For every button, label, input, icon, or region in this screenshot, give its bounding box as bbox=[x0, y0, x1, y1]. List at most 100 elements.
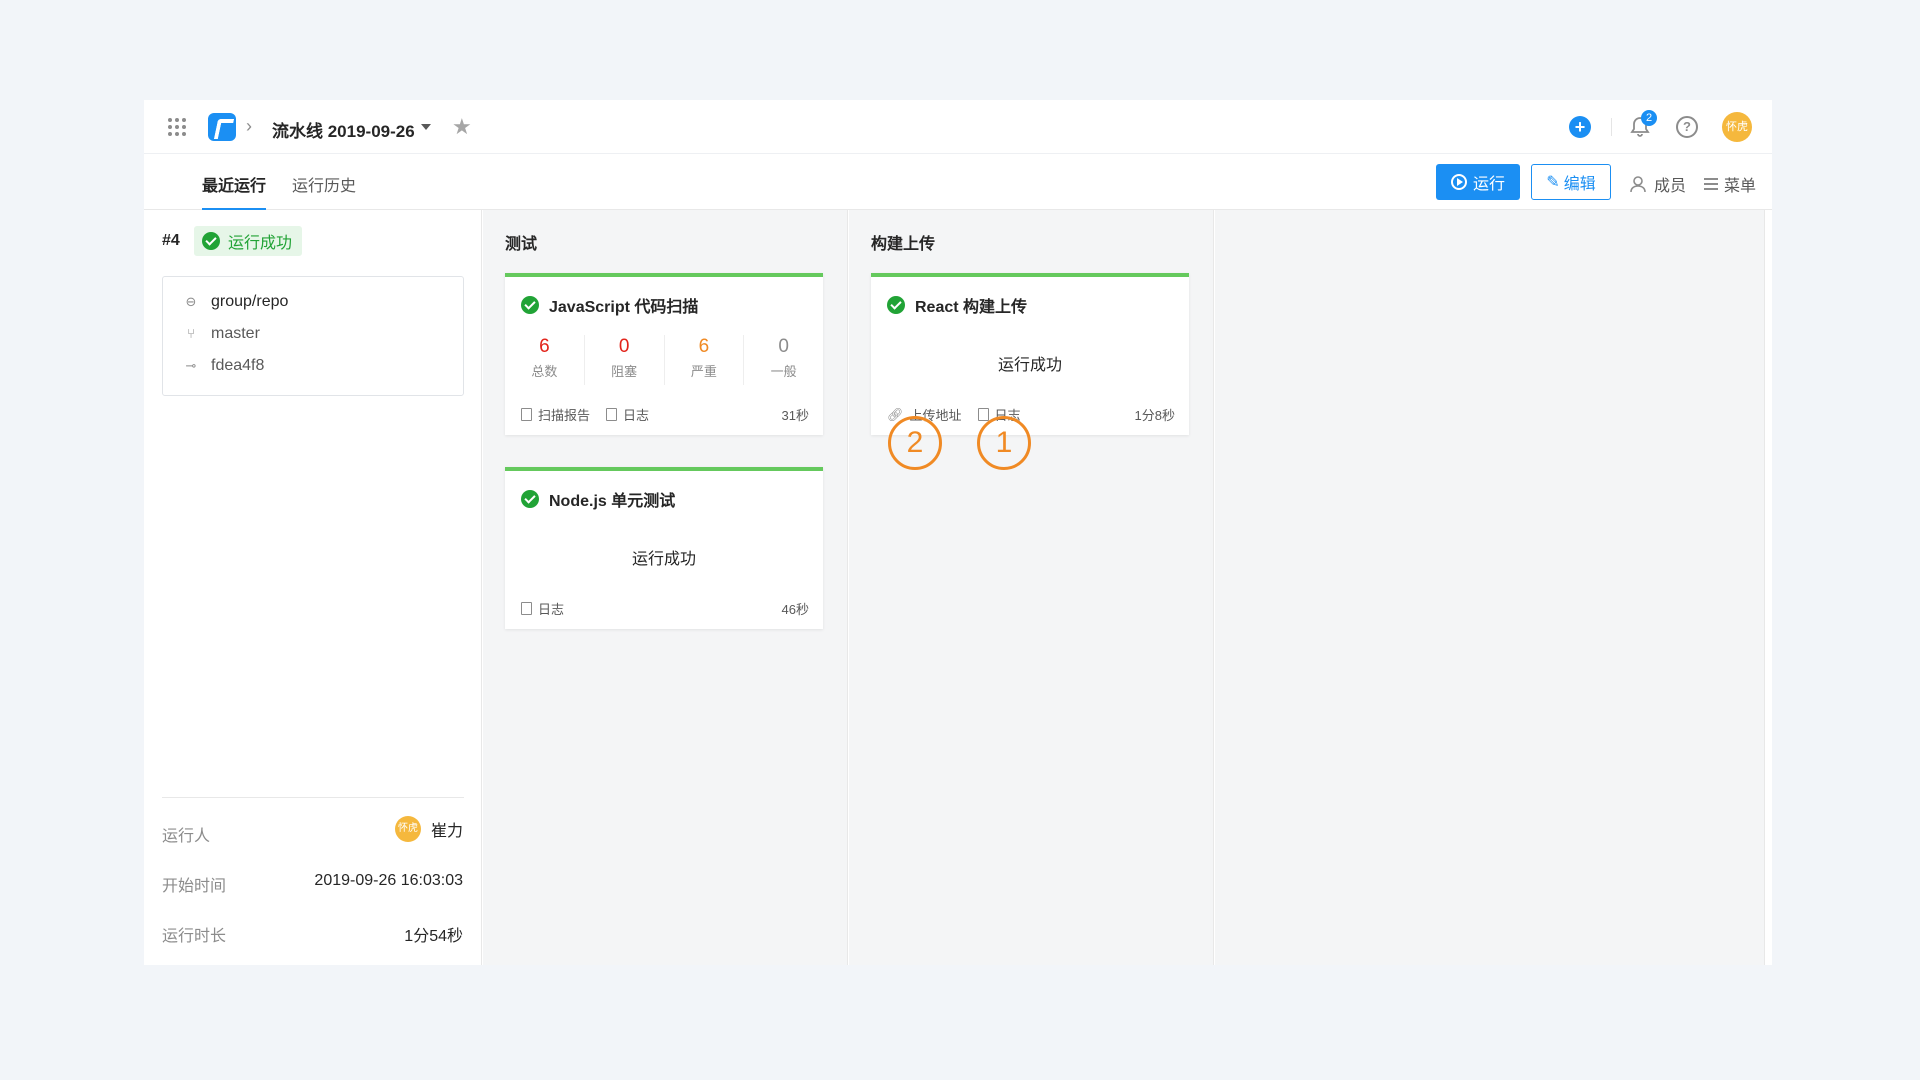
job-duration: 1分8秒 bbox=[1134, 408, 1175, 423]
run-status-text: 运行成功 bbox=[228, 235, 293, 252]
job-status-text: 运行成功 bbox=[997, 357, 1062, 374]
runner-name: 崔力 bbox=[430, 823, 463, 840]
stat-label: 阻塞 bbox=[611, 364, 638, 379]
run-summary-panel: #4 运行成功 ⊖ group/repo ⑂ master ⊸ fdea4f8 … bbox=[144, 210, 482, 965]
stat-value: 0 bbox=[778, 336, 789, 357]
run-button-label: 运行 bbox=[1472, 176, 1505, 193]
branch-icon: ⑂ bbox=[187, 326, 195, 341]
breadcrumb-separator: › bbox=[246, 116, 252, 136]
stat-label: 严重 bbox=[690, 364, 717, 379]
job-card-react-build[interactable]: React 构建上传 运行成功 🔗︎ 上传地址 日志 1分8秒 bbox=[871, 273, 1189, 435]
run-status-badge: 运行成功 bbox=[194, 226, 303, 256]
job-duration: 46秒 bbox=[781, 602, 809, 617]
check-circle-icon bbox=[521, 296, 539, 314]
job-title-text: React 构建上传 bbox=[915, 299, 1028, 316]
log-link[interactable]: 日志 bbox=[606, 405, 649, 424]
add-button[interactable]: + bbox=[1569, 116, 1591, 138]
check-circle-icon bbox=[521, 490, 539, 508]
stage-title: 测试 bbox=[505, 236, 538, 253]
scan-report-label: 扫描报告 bbox=[538, 408, 591, 423]
job-footer: 日志 46秒 bbox=[521, 599, 809, 618]
run-button[interactable]: 运行 bbox=[1436, 164, 1520, 200]
job-title-text: JavaScript 代码扫描 bbox=[549, 299, 699, 316]
job-footer: 扫描报告 日志 31秒 bbox=[521, 405, 809, 424]
job-title: React 构建上传 bbox=[887, 293, 1027, 317]
user-icon bbox=[1630, 176, 1646, 193]
empty-stage-area bbox=[1215, 210, 1765, 965]
callout-marker-upload: 2 bbox=[888, 416, 942, 470]
members-label: 成员 bbox=[1654, 178, 1687, 195]
tab-recent-runs[interactable]: 最近运行 bbox=[202, 172, 266, 196]
start-time-label: 开始时间 bbox=[162, 878, 227, 895]
stage-build-upload: 构建上传 React 构建上传 运行成功 🔗︎ 上传地址 日志 1分8秒 2 1 bbox=[849, 210, 1214, 965]
menu-icon bbox=[1704, 178, 1718, 190]
stat-normal: 0 一般 bbox=[744, 335, 823, 385]
edit-button[interactable]: ✎ 编辑 bbox=[1531, 164, 1611, 200]
stat-value: 6 bbox=[539, 336, 550, 357]
pipeline-title[interactable]: 流水线 2019-09-26 bbox=[272, 117, 415, 142]
runner-avatar: 怀虎 bbox=[394, 816, 421, 842]
job-status-text: 运行成功 bbox=[631, 551, 696, 568]
runner-label: 运行人 bbox=[162, 828, 211, 845]
members-button[interactable]: 成员 bbox=[1630, 172, 1686, 196]
log-link[interactable]: 日志 bbox=[521, 599, 564, 618]
star-icon[interactable]: ★ bbox=[452, 114, 472, 140]
menu-label: 菜单 bbox=[1724, 178, 1757, 195]
log-icon bbox=[521, 602, 532, 615]
help-icon[interactable]: ? bbox=[1676, 116, 1698, 138]
stat-value: 6 bbox=[698, 336, 710, 357]
job-card-js-scan[interactable]: JavaScript 代码扫描 6 总数 0 阻塞 6 严重 0 一般 扫描报告… bbox=[505, 273, 823, 435]
source-info-box: ⊖ group/repo ⑂ master ⊸ fdea4f8 bbox=[162, 276, 464, 396]
scan-stats: 6 总数 0 阻塞 6 严重 0 一般 bbox=[505, 335, 823, 385]
edit-button-label: 编辑 bbox=[1563, 176, 1596, 193]
callout-marker-log: 1 bbox=[977, 416, 1031, 470]
scan-report-link[interactable]: 扫描报告 bbox=[521, 405, 590, 424]
user-avatar[interactable]: 怀虎 bbox=[1722, 112, 1752, 142]
stat-label: 一般 bbox=[770, 364, 797, 379]
stat-label: 总数 bbox=[531, 364, 558, 379]
commit-hash: fdea4f8 bbox=[211, 357, 265, 374]
meta-divider bbox=[162, 797, 464, 798]
runner-value: 怀虎 崔力 bbox=[394, 816, 463, 842]
apps-grid-icon[interactable] bbox=[168, 118, 186, 136]
tab-bar: 最近运行 运行历史 运行 ✎ 编辑 成员 菜单 bbox=[144, 154, 1772, 210]
report-icon bbox=[521, 408, 532, 421]
check-circle-icon bbox=[887, 296, 905, 314]
repo-row[interactable]: ⊖ group/repo bbox=[183, 293, 289, 311]
stat-critical: 6 严重 bbox=[665, 335, 745, 385]
duration-label: 运行时长 bbox=[162, 928, 227, 945]
job-title: JavaScript 代码扫描 bbox=[521, 293, 698, 317]
log-icon bbox=[977, 408, 989, 421]
stat-total: 6 总数 bbox=[505, 335, 585, 385]
log-icon bbox=[606, 408, 618, 421]
commit-icon: ⊸ bbox=[185, 358, 197, 373]
job-card-node-test[interactable]: Node.js 单元测试 运行成功 日志 46秒 bbox=[505, 467, 823, 629]
duration-value: 1分54秒 bbox=[404, 928, 463, 945]
check-circle-icon bbox=[202, 232, 220, 250]
link-icon: ⊖ bbox=[185, 294, 197, 309]
stat-value: 0 bbox=[618, 336, 630, 357]
job-duration: 31秒 bbox=[781, 408, 809, 423]
job-title-text: Node.js 单元测试 bbox=[549, 493, 676, 510]
tab-run-history[interactable]: 运行历史 bbox=[292, 172, 356, 196]
stat-blocker: 0 阻塞 bbox=[585, 335, 665, 385]
notification-badge: 2 bbox=[1641, 110, 1657, 126]
repo-name: group/repo bbox=[211, 293, 289, 310]
log-label: 日志 bbox=[538, 602, 565, 617]
pipeline-app: › 流水线 2019-09-26 ★ + 2 ? 怀虎 最近运行 运行历史 运行… bbox=[144, 100, 1772, 965]
caret-down-icon[interactable] bbox=[421, 124, 431, 130]
branch-row[interactable]: ⑂ master bbox=[183, 325, 260, 343]
menu-button[interactable]: 菜单 bbox=[1704, 172, 1756, 196]
pencil-icon: ✎ bbox=[1546, 174, 1560, 191]
start-time-value: 2019-09-26 16:03:03 bbox=[314, 872, 463, 889]
play-circle-icon bbox=[1450, 174, 1467, 190]
stage-title: 构建上传 bbox=[871, 236, 936, 253]
stage-test: 测试 JavaScript 代码扫描 6 总数 0 阻塞 6 严重 0 一般 扫… bbox=[483, 210, 848, 965]
product-logo-icon[interactable] bbox=[208, 113, 236, 141]
top-bar: › 流水线 2019-09-26 ★ + 2 ? 怀虎 bbox=[144, 100, 1772, 154]
commit-row[interactable]: ⊸ fdea4f8 bbox=[183, 357, 265, 375]
run-number: #4 bbox=[162, 232, 180, 249]
branch-name: master bbox=[211, 325, 260, 342]
header-divider bbox=[1611, 118, 1612, 136]
log-label: 日志 bbox=[623, 408, 650, 423]
